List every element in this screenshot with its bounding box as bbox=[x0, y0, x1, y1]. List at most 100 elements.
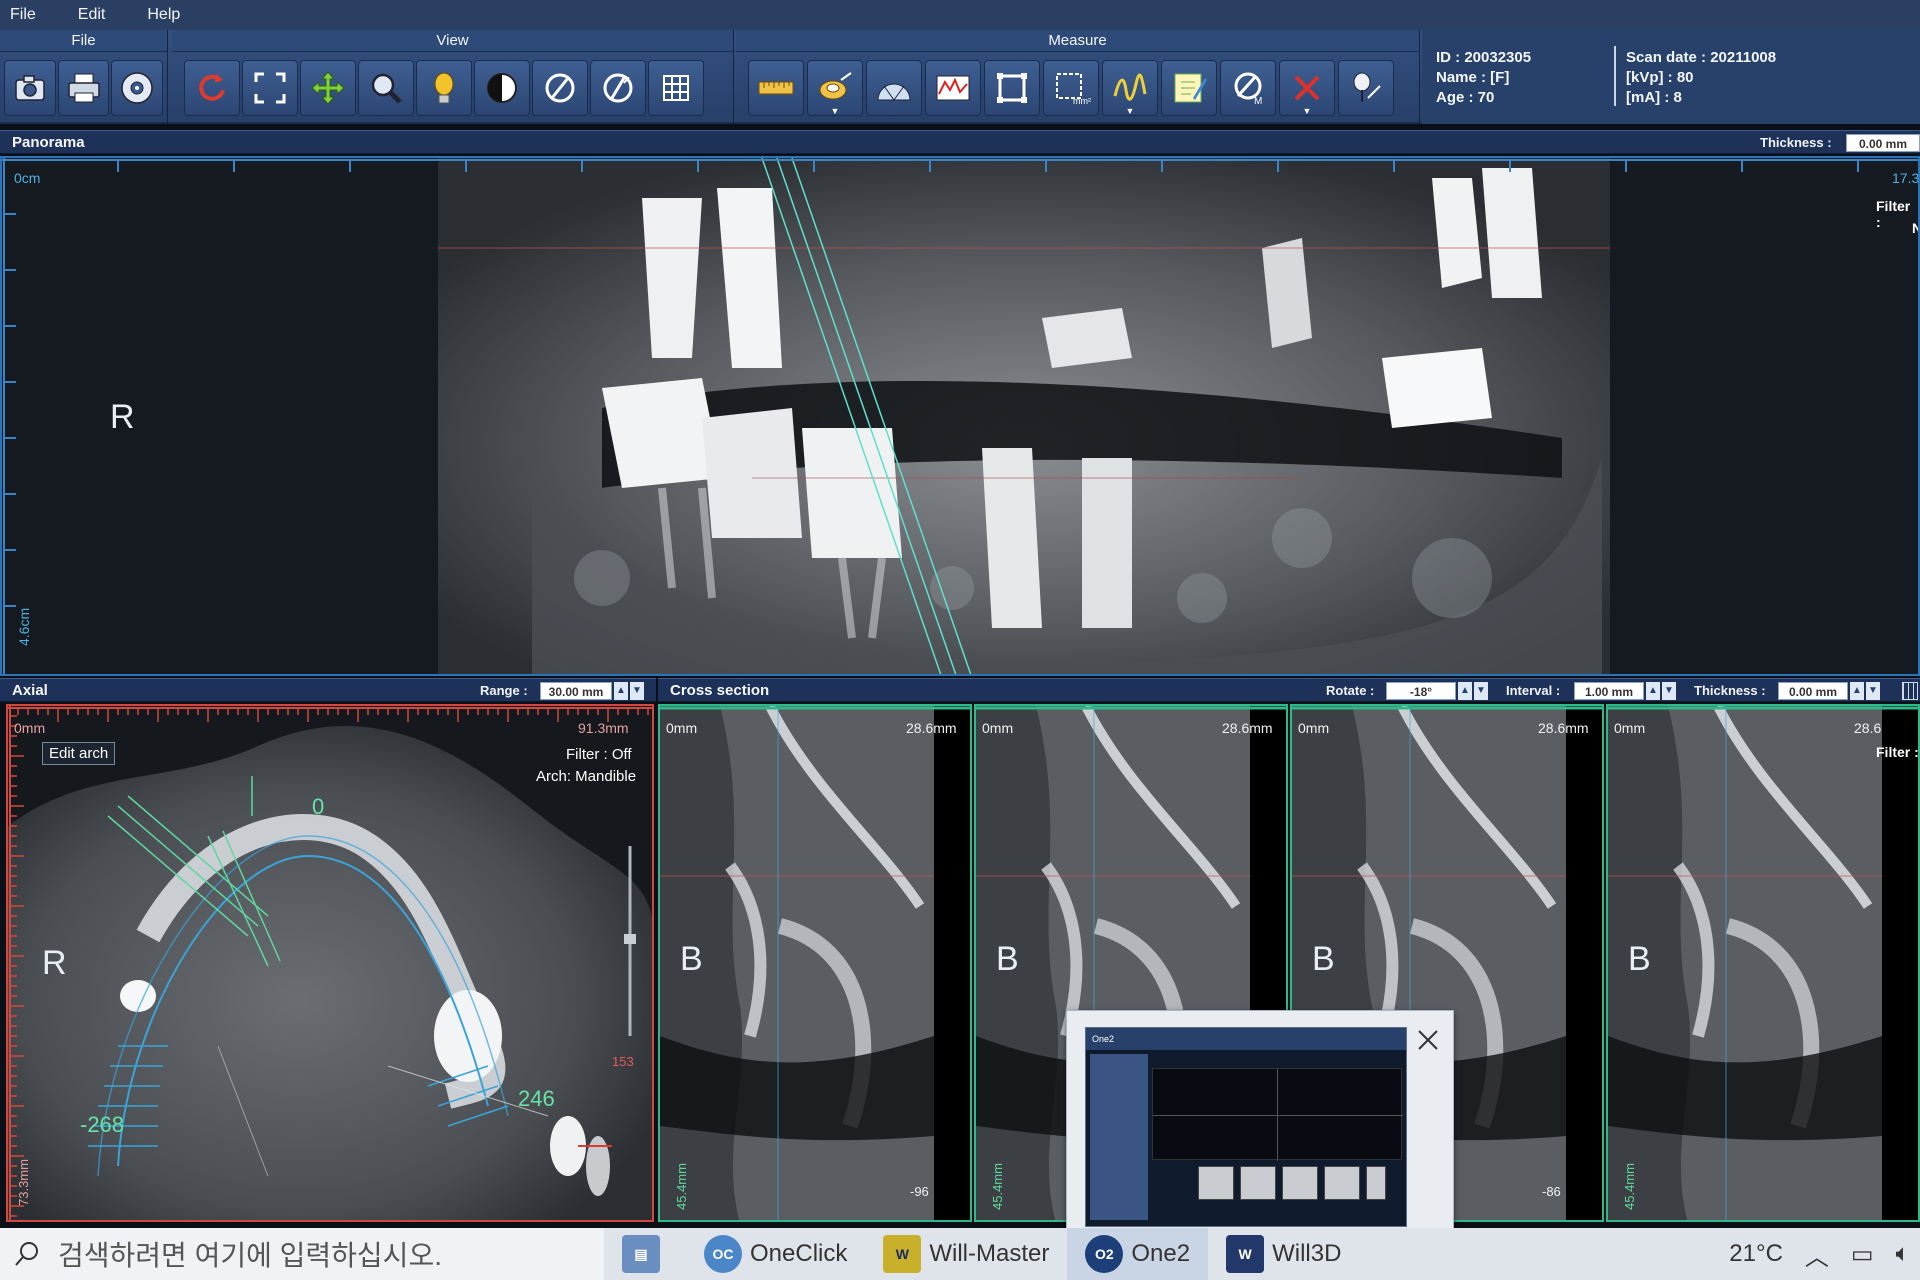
taskbar-app-one2[interactable]: O2 One2 bbox=[1067, 1228, 1209, 1280]
camera-icon[interactable] bbox=[4, 60, 56, 116]
brightness-icon[interactable] bbox=[416, 60, 472, 116]
speaker-icon[interactable]: 🔈︎ bbox=[1896, 1240, 1910, 1268]
slice-start-label: 0mm bbox=[1298, 720, 1330, 736]
patient-info: ID : 20032305 Name : [F] Age : 70 Scan d… bbox=[1422, 30, 1920, 124]
one2-preview-popup[interactable]: One2 bbox=[1066, 1010, 1454, 1232]
menu-bar: File Edit Help bbox=[0, 0, 1920, 30]
rotate-input[interactable]: -18° bbox=[1386, 682, 1456, 700]
slice-end-label: 28.6mm bbox=[906, 720, 957, 736]
printer-icon[interactable] bbox=[57, 60, 110, 116]
taskbar-app-will3d[interactable]: W Will3D bbox=[1208, 1228, 1359, 1280]
taskbar-app-will-master[interactable]: W Will-Master bbox=[865, 1228, 1067, 1280]
edit-arch-button[interactable]: Edit arch bbox=[42, 742, 116, 765]
grid-icon[interactable] bbox=[648, 60, 704, 116]
area-mm2-icon[interactable]: mm² bbox=[1043, 60, 1099, 116]
svg-text:mm²: mm² bbox=[1073, 96, 1091, 106]
menu-help[interactable]: Help bbox=[143, 6, 184, 24]
ribbon-group-label: File bbox=[0, 30, 167, 52]
slice-index-label: -96 bbox=[910, 1184, 929, 1199]
menu-edit[interactable]: Edit bbox=[74, 6, 110, 24]
note-icon[interactable] bbox=[1161, 60, 1217, 116]
display-icon[interactable]: ▭ bbox=[1851, 1240, 1874, 1269]
cross-section-image bbox=[660, 706, 970, 1220]
menu-file[interactable]: File bbox=[6, 6, 40, 24]
rotate-icon[interactable] bbox=[184, 60, 240, 116]
will-master-icon: W bbox=[883, 1235, 922, 1273]
implant-icon[interactable]: M bbox=[1220, 60, 1276, 116]
panorama-end-label: 17.3 bbox=[1892, 170, 1920, 186]
slice-index-label: -86 bbox=[1542, 1184, 1561, 1199]
taskbar-app-label: OneClick bbox=[750, 1240, 848, 1267]
taskbar-app-folder[interactable]: ▤ bbox=[604, 1228, 686, 1280]
profile-chart-icon[interactable] bbox=[925, 60, 981, 116]
panorama-viewport[interactable]: 0cm 17.3 4.6cm R Filter : N bbox=[0, 156, 1920, 676]
cross-thickness-stepper[interactable]: ▲ ▼ bbox=[1850, 682, 1880, 700]
close-icon[interactable] bbox=[1413, 1025, 1443, 1055]
ribbon-group-label: View bbox=[172, 30, 733, 52]
axial-range-input[interactable]: 30.00 mm bbox=[540, 682, 612, 700]
ruler-icon[interactable] bbox=[748, 60, 804, 116]
slice-side-label: 45.4mm bbox=[1622, 1163, 1637, 1210]
patient-age: Age : 70 bbox=[1436, 89, 1495, 106]
panorama-image bbox=[2, 158, 1918, 674]
rotate-view-icon[interactable] bbox=[532, 60, 588, 116]
interval-stepper[interactable]: ▲ ▼ bbox=[1646, 682, 1676, 700]
ribbon-group-view: View bbox=[172, 30, 734, 124]
panorama-thickness-input[interactable]: 0.00 mm bbox=[1846, 134, 1920, 152]
one2-window-thumbnail[interactable]: One2 bbox=[1085, 1027, 1407, 1227]
thumbnail-strip bbox=[1152, 1166, 1402, 1216]
thumbnail-app-name: One2 bbox=[1092, 1034, 1115, 1044]
area-rect-icon[interactable] bbox=[984, 60, 1040, 116]
taskbar-search[interactable]: 검색하려면 여기에 입력하십시오. bbox=[0, 1228, 604, 1280]
cross-section-slice[interactable]: 0mm 28.6 B 45.4mm bbox=[1606, 704, 1920, 1222]
fit-screen-icon[interactable] bbox=[242, 60, 298, 116]
slice-start-label: 0mm bbox=[666, 720, 698, 736]
chevron-up-icon[interactable]: ︿ bbox=[1805, 1237, 1829, 1272]
slice-end-label: 28.6 bbox=[1854, 720, 1882, 736]
interval-input[interactable]: 1.00 mm bbox=[1574, 682, 1644, 700]
slice-start-label: 0mm bbox=[1614, 720, 1646, 736]
move-icon[interactable] bbox=[300, 60, 356, 116]
panorama-thickness-label: Thickness : bbox=[1760, 135, 1832, 150]
panorama-header: Panorama Thickness : 0.00 mm bbox=[0, 130, 1920, 154]
rotate-label: Rotate : bbox=[1326, 683, 1375, 698]
cross-section-slice[interactable]: 0mm 28.6mm B 45.4mm -96 bbox=[658, 704, 972, 1222]
axial-range-label: Range : bbox=[480, 683, 528, 698]
folder-app-icon: ▤ bbox=[622, 1235, 660, 1273]
patient-details: ID : 20032305 Name : [F] Age : 70 bbox=[1436, 48, 1531, 108]
axial-side-letter: R bbox=[42, 944, 67, 982]
slice-start-label: 0mm bbox=[982, 720, 1014, 736]
taskbar-app-label: Will3D bbox=[1272, 1240, 1342, 1267]
cross-thickness-input[interactable]: 0.00 mm bbox=[1778, 682, 1848, 700]
axial-start-label: 0mm bbox=[14, 720, 46, 736]
angle-icon[interactable] bbox=[866, 60, 922, 116]
scan-ma: [mA] : 8 bbox=[1626, 89, 1682, 106]
slice-side-letter: B bbox=[680, 940, 703, 978]
arch-left-label: -268 bbox=[80, 1112, 125, 1137]
axial-viewport[interactable]: 0mm 91.3mm 73.3mm Edit arch Filter : Off… bbox=[6, 704, 654, 1222]
disc-icon[interactable] bbox=[111, 60, 164, 116]
rotate-stepper[interactable]: ▲ ▼ bbox=[1458, 682, 1488, 700]
taskbar-app-label: One2 bbox=[1131, 1240, 1191, 1267]
contrast-icon[interactable] bbox=[474, 60, 530, 116]
reset-view-icon[interactable] bbox=[590, 60, 646, 116]
cross-section-image bbox=[1608, 706, 1918, 1220]
pin-icon[interactable] bbox=[1338, 60, 1394, 116]
axial-title: Axial bbox=[12, 681, 48, 699]
delete-icon[interactable]: ▼ bbox=[1279, 60, 1335, 116]
axial-range-stepper[interactable]: ▲ ▼ bbox=[614, 682, 644, 700]
info-divider bbox=[1614, 46, 1616, 106]
panorama-side-letter: R bbox=[110, 398, 135, 436]
will3d-icon: W bbox=[1226, 1235, 1265, 1273]
thumbnail-viewport bbox=[1152, 1068, 1403, 1161]
cross-section-header: Cross section Rotate : -18° ▲ ▼ Interval … bbox=[658, 678, 1920, 702]
axial-header: Axial Range : 30.00 mm ▲ ▼ bbox=[0, 678, 656, 702]
panorama-filter-value: N bbox=[1912, 220, 1918, 236]
freehand-icon[interactable]: ▼ bbox=[1102, 60, 1158, 116]
tape-measure-icon[interactable]: ▼ bbox=[807, 60, 863, 116]
cross-filter-label: Filter : bbox=[1876, 744, 1919, 760]
layout-grid-icon[interactable] bbox=[1902, 682, 1918, 700]
taskbar-app-oneclick[interactable]: OC OneClick bbox=[686, 1228, 865, 1280]
zoom-icon[interactable] bbox=[358, 60, 414, 116]
system-tray: 21°C ︿ ▭ 🔈︎ bbox=[1729, 1228, 1910, 1280]
